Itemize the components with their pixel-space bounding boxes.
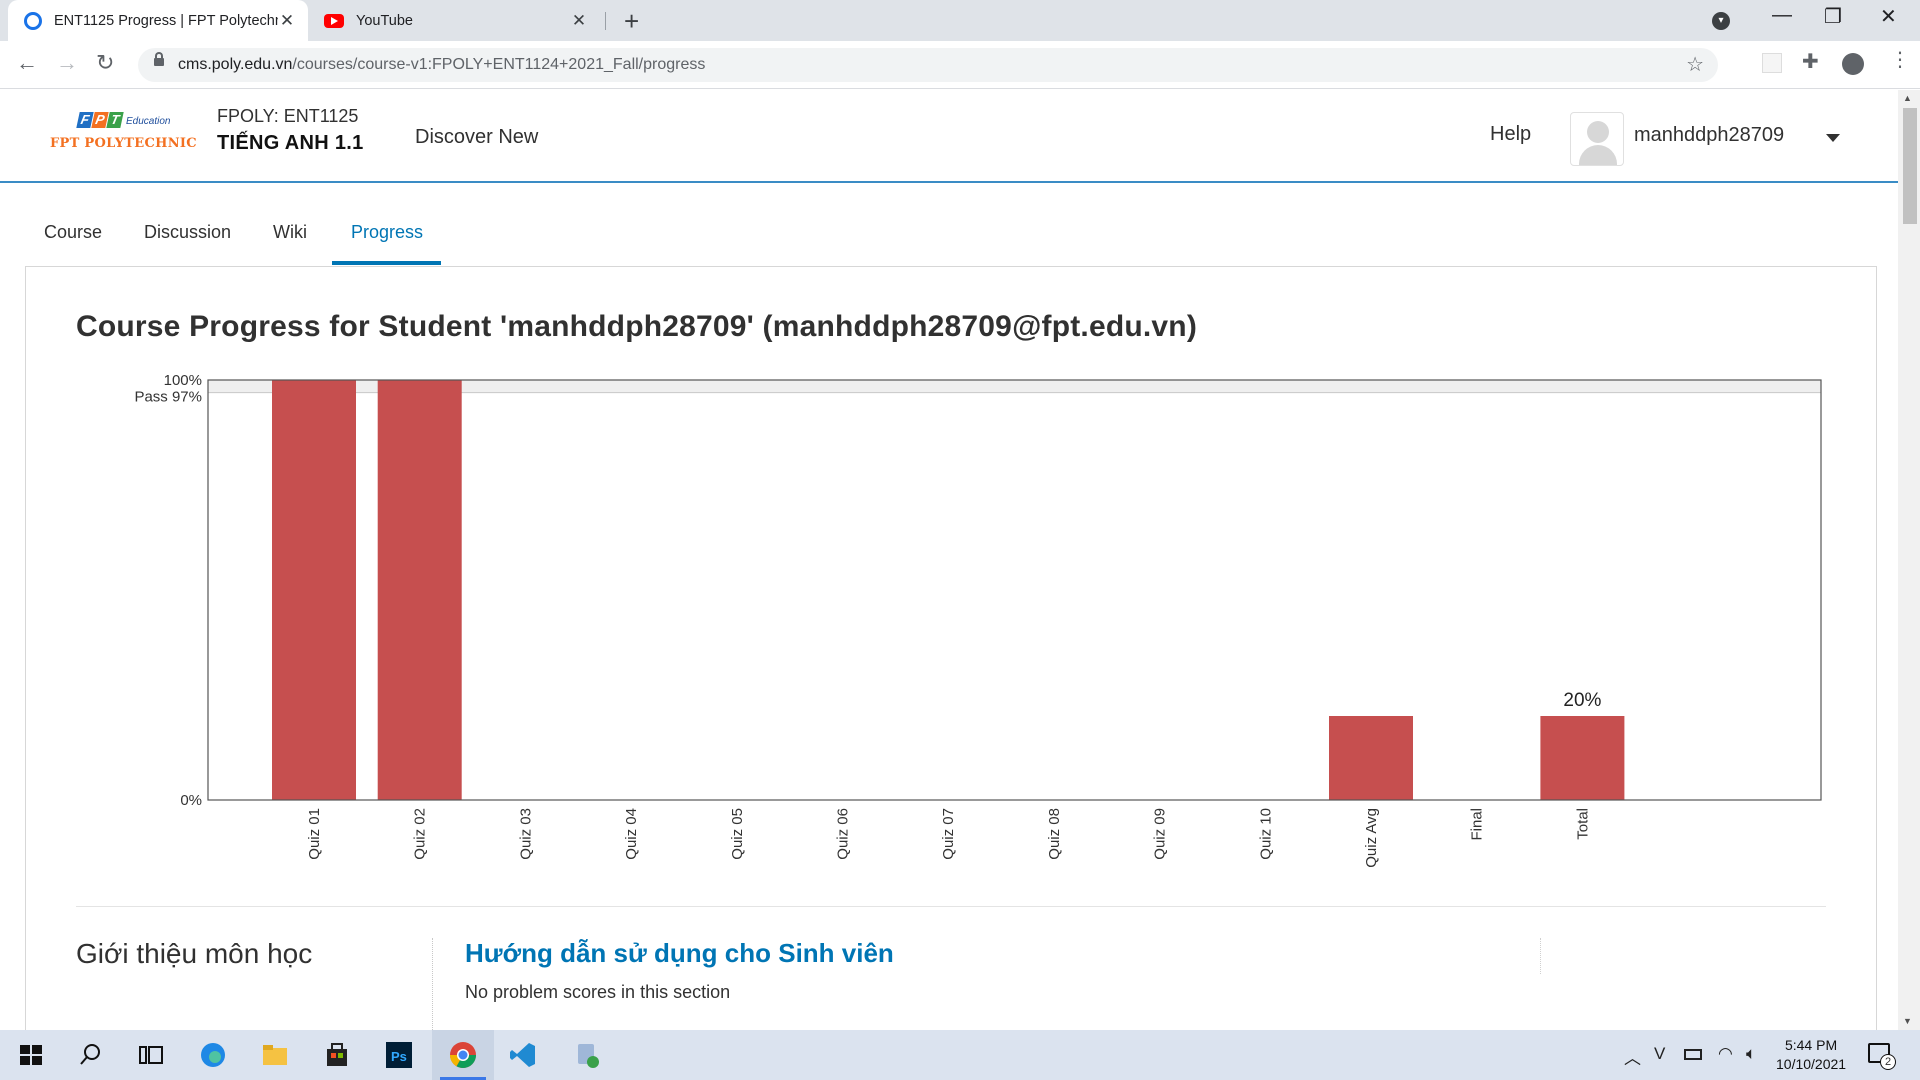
tab-wiki[interactable]: Wiki xyxy=(273,213,307,265)
browser-tab-youtube[interactable]: YouTube ✕ xyxy=(314,0,600,41)
reload-icon[interactable]: ↻ xyxy=(96,50,114,76)
avatar[interactable] xyxy=(1570,112,1624,166)
avatar-head-icon xyxy=(1587,121,1609,143)
browser-tab-active[interactable]: ENT1125 Progress | FPT Polytechnic ✕ xyxy=(8,0,308,41)
chapter-title: Giới thiệu môn học xyxy=(76,938,313,969)
data-label: 20% xyxy=(1563,690,1601,711)
discover-new-link[interactable]: Discover New xyxy=(415,126,538,149)
x-tick-label: Quiz 01 xyxy=(306,808,323,860)
minimize-button[interactable]: — xyxy=(1772,4,1792,27)
windows-start-icon[interactable] xyxy=(16,1040,46,1070)
tab-title: ENT1125 Progress | FPT Polytechnic xyxy=(54,12,278,29)
edge-icon[interactable] xyxy=(198,1040,228,1070)
browser-toolbar: ← → ↻ cms.poly.edu.vn/courses/course-v1:… xyxy=(0,41,1920,89)
y-tick-label: Pass 97% xyxy=(134,389,202,406)
scroll-down-icon[interactable]: ▼ xyxy=(1903,1016,1912,1026)
store-icon[interactable] xyxy=(322,1040,352,1070)
search-icon[interactable] xyxy=(76,1040,106,1070)
maximize-button[interactable]: ❐ xyxy=(1824,4,1842,29)
bar xyxy=(272,380,356,800)
tab-divider xyxy=(605,12,606,30)
section-divider xyxy=(76,906,1826,907)
x-tick-label: Quiz 09 xyxy=(1152,808,1169,860)
browser-menu-icon[interactable]: ⋮ xyxy=(1890,47,1910,72)
page-title: Course Progress for Student 'manhddph287… xyxy=(76,310,1198,343)
lock-icon[interactable] xyxy=(154,52,164,66)
volume-icon[interactable]: 🔈︎ xyxy=(1746,1044,1756,1064)
fpt-logo-mark: FPT xyxy=(76,112,124,128)
app-installer-icon[interactable] xyxy=(572,1040,602,1070)
x-tick-label: Quiz 10 xyxy=(1257,808,1274,860)
course-code: FPOLY: ENT1125 xyxy=(217,106,359,126)
y-tick-label: 100% xyxy=(164,372,202,389)
tab-title: YouTube xyxy=(356,12,413,29)
x-tick-label: Quiz 05 xyxy=(729,808,746,860)
svg-text:Ps: Ps xyxy=(391,1049,407,1064)
ring-favicon-icon xyxy=(24,11,42,30)
system-clock[interactable]: 5:44 PM 10/10/2021 xyxy=(1776,1036,1846,1074)
back-icon[interactable]: ← xyxy=(16,50,38,76)
column-divider xyxy=(432,938,433,1038)
wifi-icon[interactable]: ◠ xyxy=(1718,1044,1733,1064)
photoshop-icon[interactable]: Ps xyxy=(384,1040,414,1070)
x-tick-label: Quiz 06 xyxy=(835,808,852,860)
url-text[interactable]: cms.poly.edu.vn/courses/course-v1:FPOLY+… xyxy=(178,56,705,74)
tab-progress[interactable]: Progress xyxy=(332,213,441,265)
scrollbar-thumb[interactable] xyxy=(1903,108,1917,224)
new-tab-button[interactable]: + xyxy=(624,6,639,37)
windows-taskbar: Ps ︿ V ◠ 🔈︎ 5:44 PM 10/10/2021 2 xyxy=(0,1030,1920,1080)
site-header: FPT Education FPT POLYTECHNIC FPOLY: ENT… xyxy=(0,90,1898,183)
x-tick-label: Quiz Avg xyxy=(1363,808,1380,868)
avatar-body-icon xyxy=(1579,145,1617,165)
close-tab-icon[interactable]: ✕ xyxy=(278,11,296,31)
section-note: No problem scores in this section xyxy=(465,982,731,1002)
close-tab-icon[interactable]: ✕ xyxy=(570,11,588,31)
progress-chart: Quiz 01 Quiz 02 Quiz 03 Quiz 04 Quiz 05 Quiz … xyxy=(134,372,1822,868)
x-tick-label: Total xyxy=(1574,808,1591,840)
tab-search-icon[interactable]: ▾ xyxy=(1712,12,1730,30)
username[interactable]: manhddph28709 xyxy=(1634,124,1784,147)
vpn-icon[interactable]: V xyxy=(1654,1044,1665,1064)
tray-chevron-up-icon[interactable]: ︿ xyxy=(1624,1044,1641,1069)
chrome-icon xyxy=(449,1042,477,1069)
x-tick-label: Quiz 03 xyxy=(517,808,534,860)
profile-icon[interactable] xyxy=(1842,53,1864,75)
tab-discussion[interactable]: Discussion xyxy=(144,213,231,265)
scroll-up-icon[interactable]: ▲ xyxy=(1903,93,1912,103)
notification-count-badge: 2 xyxy=(1880,1054,1896,1070)
x-tick-label: Quiz 08 xyxy=(1046,808,1063,860)
address-bar[interactable]: cms.poly.edu.vn/courses/course-v1:FPOLY+… xyxy=(138,48,1718,82)
tab-course[interactable]: Course xyxy=(44,213,102,265)
fpt-polytechnic-logo[interactable]: FPT Education FPT POLYTECHNIC xyxy=(48,108,198,158)
bar xyxy=(377,380,462,800)
logo-subtitle: Education xyxy=(126,116,171,127)
forward-icon[interactable]: → xyxy=(56,50,78,76)
x-tick-label: Final xyxy=(1469,808,1486,841)
course-name: TIẾNG ANH 1.1 xyxy=(217,132,364,154)
vscode-icon[interactable] xyxy=(508,1040,538,1070)
battery-icon[interactable] xyxy=(1684,1049,1702,1060)
youtube-icon xyxy=(324,13,344,28)
bookmark-star-icon[interactable]: ☆ xyxy=(1686,52,1704,77)
user-menu[interactable]: manhddph28709 xyxy=(1570,112,1852,168)
column-divider xyxy=(1540,938,1541,974)
section-link[interactable]: Hướng dẫn sử dụng cho Sinh viên xyxy=(465,938,894,969)
task-view-icon[interactable] xyxy=(136,1040,166,1070)
page-scrollbar[interactable] xyxy=(1898,90,1920,1030)
y-tick-label: 0% xyxy=(180,792,202,809)
logo-name: FPT POLYTECHNIC xyxy=(50,136,197,151)
extensions-puzzle-icon[interactable]: ✚ xyxy=(1802,49,1819,74)
bar xyxy=(1329,716,1413,800)
x-tick-label: Quiz 02 xyxy=(412,808,429,860)
extension-icon[interactable] xyxy=(1762,53,1782,73)
help-link[interactable]: Help xyxy=(1490,123,1531,146)
chevron-down-icon[interactable] xyxy=(1826,134,1840,142)
close-window-button[interactable]: ✕ xyxy=(1880,4,1897,29)
bar xyxy=(1540,716,1625,800)
x-tick-label: Quiz 07 xyxy=(940,808,957,860)
chrome-taskbar-active[interactable] xyxy=(432,1030,494,1080)
browser-tab-strip: ENT1125 Progress | FPT Polytechnic ✕ You… xyxy=(0,0,1920,41)
x-tick-label: Quiz 04 xyxy=(623,808,640,860)
file-explorer-icon[interactable] xyxy=(260,1040,290,1070)
